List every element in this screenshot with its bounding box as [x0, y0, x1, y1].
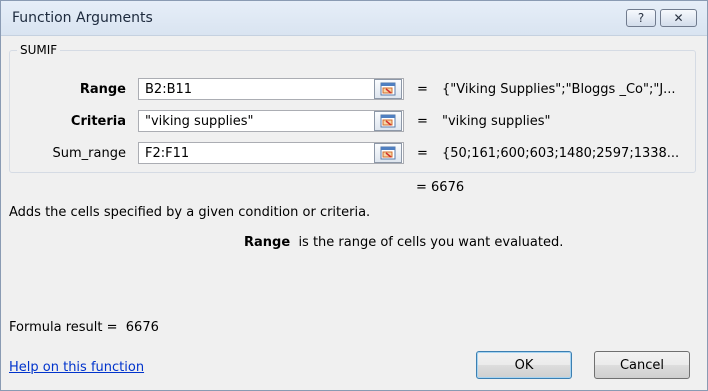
sum-range-label: Sum_range	[52, 146, 126, 161]
formula-result: Formula result = 6676	[9, 320, 159, 335]
range-input-value: B2:B11	[145, 82, 193, 97]
cancel-button[interactable]: Cancel	[594, 351, 690, 379]
argument-help-name: Range	[244, 235, 291, 250]
criteria-input-value: "viking supplies"	[145, 114, 254, 129]
range-label: Range	[79, 82, 126, 97]
sum-range-equals: =	[417, 146, 428, 161]
criteria-label: Criteria	[70, 114, 126, 129]
sum-range-result: {50;161;600;603;1480;2597;1338...	[442, 146, 680, 161]
sum-range-collapse-button[interactable]	[374, 143, 402, 163]
criteria-collapse-button[interactable]	[374, 111, 402, 131]
argument-help-text: is the range of cells you want evaluated…	[298, 235, 564, 250]
criteria-input[interactable]: "viking supplies"	[138, 110, 404, 132]
range-collapse-button[interactable]	[374, 79, 402, 99]
range-input[interactable]: B2:B11	[138, 78, 404, 100]
help-icon: ?	[637, 11, 645, 25]
collapse-dialog-icon	[380, 82, 396, 96]
collapse-dialog-icon	[380, 146, 396, 160]
sum-range-input-value: F2:F11	[145, 146, 190, 161]
ok-button[interactable]: OK	[476, 351, 572, 379]
title-bar: Function Arguments ? ✕	[1, 1, 707, 36]
argument-help: Range is the range of cells you want eva…	[244, 235, 563, 250]
formula-result-label: Formula result =	[9, 320, 118, 335]
criteria-result: "viking supplies"	[442, 114, 551, 129]
close-button[interactable]: ✕	[660, 9, 697, 27]
collapse-dialog-icon	[380, 114, 396, 128]
close-icon: ✕	[673, 11, 684, 25]
range-result: {"Viking Supplies";"Bloggs _Co";"J...	[442, 82, 676, 97]
sum-range-input[interactable]: F2:F11	[138, 142, 404, 164]
function-description: Adds the cells specified by a given cond…	[9, 205, 371, 220]
function-result: = 6676	[416, 180, 465, 195]
range-equals: =	[417, 82, 428, 97]
function-name: SUMIF	[17, 43, 61, 57]
criteria-equals: =	[417, 114, 428, 129]
help-on-function-link[interactable]: Help on this function	[9, 360, 144, 375]
dialog-title: Function Arguments	[12, 10, 153, 26]
formula-result-value: 6676	[125, 320, 159, 335]
help-button[interactable]: ?	[626, 9, 656, 27]
arguments-group: SUMIF Range B2:B11 = {"Viking Supplies";…	[9, 43, 696, 173]
